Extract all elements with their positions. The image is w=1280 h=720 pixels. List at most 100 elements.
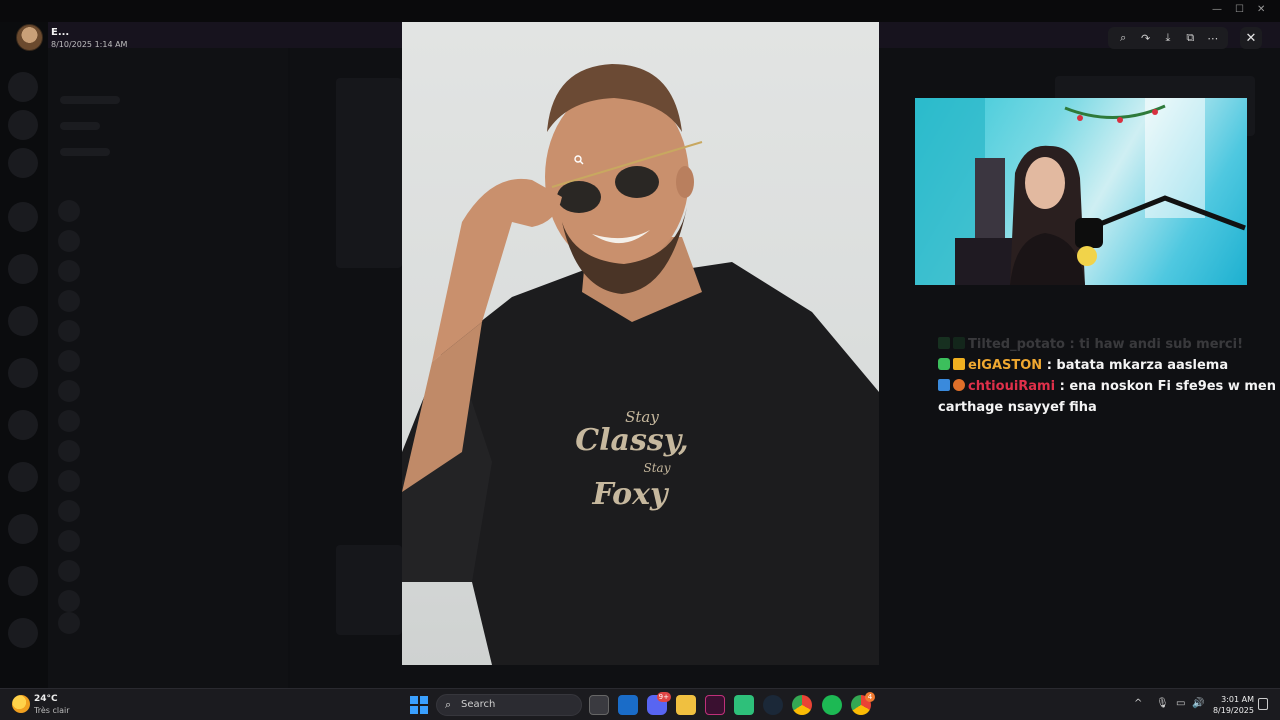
dm-row: [60, 96, 120, 104]
weather-condition[interactable]: Très clair: [34, 706, 70, 715]
dm-list: [48, 48, 288, 688]
dm-avatar: [58, 320, 80, 342]
server-icon: [8, 462, 38, 492]
plus-badge-icon: [938, 358, 950, 370]
dm-avatar: [58, 260, 80, 282]
media-app-icon[interactable]: [705, 695, 725, 715]
chat-text: : ena noskon Fi sfe9es w men 9ar9ni: [1059, 379, 1280, 394]
tray-overflow-icon[interactable]: ^: [1134, 698, 1142, 709]
chrome-icon[interactable]: [792, 695, 812, 715]
app-root: — ☐ ✕ E... 8/10/2025 1:14 AM ⌕ ↷ ⤓ ⧉ ⋯ ✕: [0, 0, 1280, 720]
chat-message: Tilted_potato : ti haw andi sub merci!: [938, 334, 1280, 355]
stream-chat: Tilted_potato : ti haw andi sub merci! e…: [938, 334, 1280, 418]
microphone-icon[interactable]: 🎙: [1156, 698, 1169, 709]
taskbar: 24°C Très clair ⌕ Search 9+ 4 ^ 🎙 ▭ 🔊 3:…: [0, 688, 1280, 720]
svg-text:Foxy: Foxy: [592, 477, 671, 512]
task-view-icon[interactable]: [589, 695, 609, 715]
badge-icon: [938, 337, 950, 349]
dm-avatar: [58, 470, 80, 492]
clock[interactable]: 3:01 AM 8/19/2025: [1210, 694, 1254, 716]
dm-avatar: [58, 590, 80, 612]
zoom-cursor-icon: [574, 155, 584, 165]
chat-message: elGASTON : batata mkarza aaslema: [938, 355, 1280, 376]
server-icon: [8, 148, 38, 178]
svg-text:Classy,: Classy,: [575, 423, 689, 458]
stream-webcam: [915, 98, 1247, 285]
server-icon: [8, 110, 38, 140]
open-external-icon[interactable]: ⧉: [1181, 29, 1199, 47]
chat-username: chtiouiRami: [968, 379, 1056, 394]
start-button[interactable]: [410, 696, 428, 714]
volume-icon[interactable]: 🔊: [1192, 698, 1204, 709]
windows-logo-icon: [410, 696, 418, 704]
dm-avatar: [58, 410, 80, 432]
window-close-icon[interactable]: ✕: [1257, 4, 1265, 15]
weather-icon[interactable]: [12, 695, 30, 713]
taskbar-search[interactable]: ⌕ Search: [436, 694, 582, 716]
media-image[interactable]: Stay Classy, Stay Foxy: [402, 22, 879, 665]
close-viewer-button[interactable]: ✕: [1240, 27, 1262, 49]
clock-date: 8/19/2025: [1212, 706, 1254, 715]
svg-text:Stay: Stay: [644, 461, 671, 475]
forward-icon[interactable]: ↷: [1137, 29, 1155, 47]
search-icon: ⌕: [445, 698, 452, 711]
dm-avatar: [58, 380, 80, 402]
crown-badge-icon: [953, 358, 965, 370]
window-titlebar: [0, 0, 1280, 22]
download-icon[interactable]: ⤓: [1159, 29, 1177, 47]
maximize-icon[interactable]: ☐: [1235, 4, 1244, 15]
server-icon: [8, 306, 38, 336]
server-icon: [8, 618, 38, 648]
server-icon: [8, 514, 38, 544]
server-icon: [8, 72, 38, 102]
spotify-icon[interactable]: [822, 695, 842, 715]
discord-icon[interactable]: 9+: [647, 692, 671, 715]
dm-avatar: [58, 290, 80, 312]
viewer-toolbar: ⌕ ↷ ⤓ ⧉ ⋯: [1108, 27, 1228, 49]
server-icon: [8, 202, 38, 232]
temperature[interactable]: 24°C: [34, 694, 58, 704]
notification-icon[interactable]: [1258, 698, 1268, 710]
outlook-icon[interactable]: [618, 695, 638, 715]
clock-time: 3:01 AM: [1221, 695, 1254, 704]
chrome-profile-icon[interactable]: 4: [851, 692, 875, 715]
dm-avatar: [58, 500, 80, 522]
chat-text: : batata mkarza aaslema: [1042, 358, 1229, 373]
dm-avatar: [58, 560, 80, 582]
server-icon: [8, 566, 38, 596]
arrow-badge-icon: [938, 379, 950, 391]
avatar[interactable]: [16, 24, 43, 51]
dm-avatar: [58, 230, 80, 252]
webcam-illustration: [915, 98, 1246, 285]
android-studio-icon[interactable]: [734, 695, 754, 715]
dm-row: [60, 148, 110, 156]
minimize-icon[interactable]: —: [1212, 4, 1222, 15]
dm-avatar: [58, 350, 80, 372]
discord-badge: 9+: [656, 692, 671, 702]
photo-illustration: Stay Classy, Stay Foxy: [402, 64, 879, 665]
badge-icon: [953, 337, 965, 349]
dm-avatar: [58, 530, 80, 552]
chat-username: Tilted_potato: [968, 337, 1065, 352]
network-icon[interactable]: ▭: [1176, 698, 1185, 709]
fox-badge-icon: [953, 379, 965, 391]
chat-message-continuation: carthage nsayyef fiha: [938, 400, 1097, 415]
steam-icon[interactable]: [763, 695, 783, 715]
file-explorer-icon[interactable]: [676, 695, 696, 715]
author-name[interactable]: E...: [51, 27, 69, 38]
server-list: [0, 22, 48, 688]
server-icon: [8, 358, 38, 388]
chat-username: elGASTON: [968, 358, 1043, 373]
chrome-badge: 4: [865, 692, 875, 702]
server-icon: [8, 410, 38, 440]
chat-text: : ti haw andi sub merci!: [1065, 337, 1244, 352]
chat-attachment: [336, 78, 402, 268]
chat-message: chtiouiRami : ena noskon Fi sfe9es w men…: [938, 376, 1280, 397]
search-label: Search: [461, 699, 496, 710]
zoom-icon[interactable]: ⌕: [1114, 29, 1132, 47]
chat-attachment: [336, 545, 402, 635]
more-icon[interactable]: ⋯: [1204, 29, 1222, 47]
window-controls: — ☐ ✕: [1212, 4, 1265, 15]
dm-avatar: [58, 200, 80, 222]
dm-avatar: [58, 612, 80, 634]
